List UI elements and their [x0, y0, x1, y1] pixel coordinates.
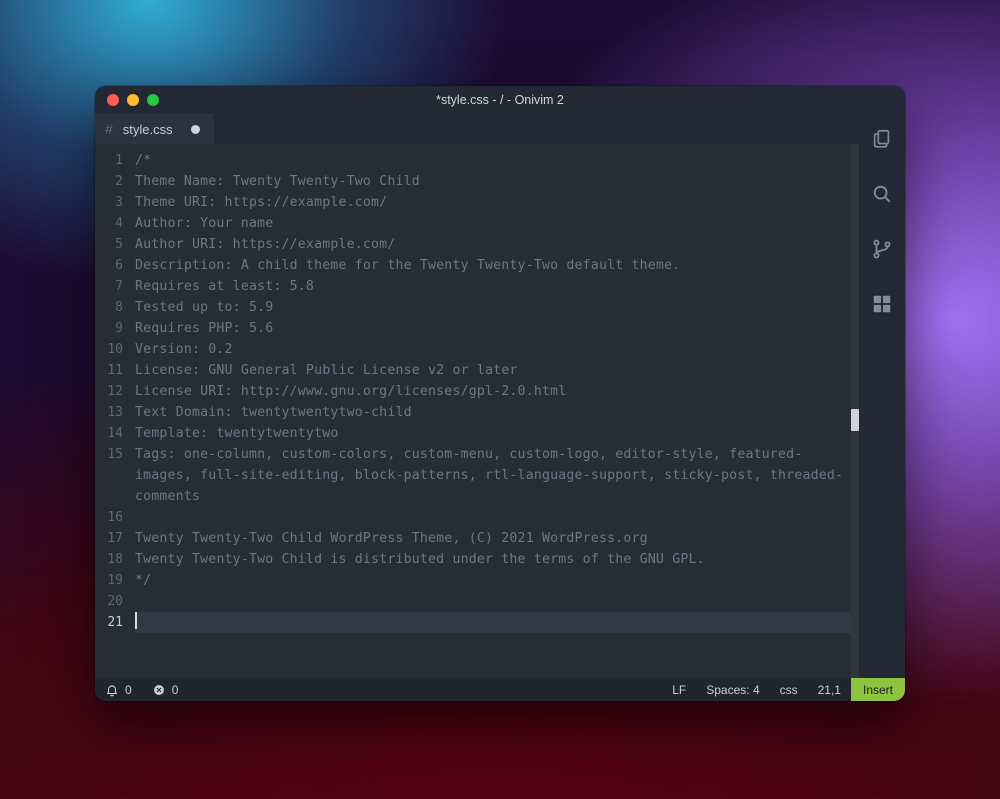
line-number-pad	[95, 465, 123, 486]
tab-filename: style.css	[123, 122, 173, 137]
code-line[interactable]: Version: 0.2	[135, 339, 851, 360]
scrollbar-track[interactable]	[851, 144, 859, 678]
errors-count: 0	[172, 683, 179, 697]
line-number: 18	[95, 549, 123, 570]
code-line[interactable]	[135, 591, 851, 612]
line-number: 3	[95, 192, 123, 213]
line-number: 14	[95, 423, 123, 444]
line-number: 16	[95, 507, 123, 528]
line-number: 10	[95, 339, 123, 360]
code-line[interactable]: License URI: http://www.gnu.org/licenses…	[135, 381, 851, 402]
line-number: 13	[95, 402, 123, 423]
language-indicator[interactable]: css	[770, 683, 808, 697]
main-column: # style.css 123456789101112131415 161718…	[95, 114, 859, 678]
line-number: 7	[95, 276, 123, 297]
git-branch-icon[interactable]	[871, 238, 893, 265]
line-number-gutter: 123456789101112131415 161718192021	[95, 144, 129, 678]
line-number: 9	[95, 318, 123, 339]
line-number: 8	[95, 297, 123, 318]
line-number: 20	[95, 591, 123, 612]
dirty-indicator-icon	[191, 125, 200, 134]
line-number: 15	[95, 444, 123, 465]
zoom-window-button[interactable]	[147, 94, 159, 106]
errors-indicator[interactable]: 0	[142, 678, 189, 701]
editor-area: 123456789101112131415 161718192021 /*The…	[95, 144, 859, 678]
code-line[interactable]: License: GNU General Public License v2 o…	[135, 360, 851, 381]
code-line[interactable]	[135, 612, 851, 633]
status-bar: 0 0 LF Spaces: 4 css 21,1 Insert	[95, 678, 905, 701]
notifications-count: 0	[125, 683, 132, 697]
line-number: 17	[95, 528, 123, 549]
search-icon[interactable]	[871, 183, 893, 210]
line-number: 21	[95, 612, 123, 633]
grid-icon[interactable]	[871, 293, 893, 320]
line-ending-indicator[interactable]: LF	[662, 683, 696, 697]
line-number-pad	[95, 486, 123, 507]
close-window-button[interactable]	[107, 94, 119, 106]
files-icon[interactable]	[871, 128, 893, 155]
code-line[interactable]: Theme Name: Twenty Twenty-Two Child	[135, 171, 851, 192]
file-type-icon: #	[105, 121, 113, 137]
code-line[interactable]: Theme URI: https://example.com/	[135, 192, 851, 213]
code-line[interactable]: Author: Your name	[135, 213, 851, 234]
code-line[interactable]: Requires at least: 5.8	[135, 276, 851, 297]
line-number: 11	[95, 360, 123, 381]
code-line[interactable]: Tags: one-column, custom-colors, custom-…	[135, 444, 851, 507]
window-title: *style.css - / - Onivim 2	[95, 93, 905, 107]
line-number: 12	[95, 381, 123, 402]
activity-bar	[859, 114, 905, 678]
code-line[interactable]: Text Domain: twentytwentytwo-child	[135, 402, 851, 423]
code-line[interactable]: /*	[135, 150, 851, 171]
code-line[interactable]: */	[135, 570, 851, 591]
code-line[interactable]: Author URI: https://example.com/	[135, 234, 851, 255]
bell-icon	[105, 683, 119, 697]
indentation-indicator[interactable]: Spaces: 4	[696, 683, 769, 697]
notifications-indicator[interactable]: 0	[95, 678, 142, 701]
code-line[interactable]: Twenty Twenty-Two Child is distributed u…	[135, 549, 851, 570]
code-line[interactable]: Twenty Twenty-Two Child WordPress Theme,…	[135, 528, 851, 549]
code-editor[interactable]: /*Theme Name: Twenty Twenty-Two ChildThe…	[129, 144, 851, 678]
titlebar[interactable]: *style.css - / - Onivim 2	[95, 86, 905, 114]
line-number: 4	[95, 213, 123, 234]
scrollbar-thumb[interactable]	[851, 409, 859, 431]
minimize-window-button[interactable]	[127, 94, 139, 106]
line-number: 1	[95, 150, 123, 171]
code-line[interactable]	[135, 507, 851, 528]
tab-style-css[interactable]: # style.css	[95, 114, 214, 144]
window-body: # style.css 123456789101112131415 161718…	[95, 114, 905, 678]
code-line[interactable]: Tested up to: 5.9	[135, 297, 851, 318]
cursor-position-indicator[interactable]: 21,1	[808, 683, 851, 697]
error-icon	[152, 683, 166, 697]
editor-mode-indicator[interactable]: Insert	[851, 678, 905, 701]
text-cursor	[135, 612, 137, 629]
line-number: 5	[95, 234, 123, 255]
window-controls	[107, 94, 159, 106]
code-line[interactable]: Description: A child theme for the Twent…	[135, 255, 851, 276]
editor-window: *style.css - / - Onivim 2 # style.css 12…	[95, 86, 905, 701]
line-number: 2	[95, 171, 123, 192]
code-line[interactable]: Requires PHP: 5.6	[135, 318, 851, 339]
code-line[interactable]: Template: twentytwentytwo	[135, 423, 851, 444]
tab-bar: # style.css	[95, 114, 859, 144]
line-number: 19	[95, 570, 123, 591]
line-number: 6	[95, 255, 123, 276]
